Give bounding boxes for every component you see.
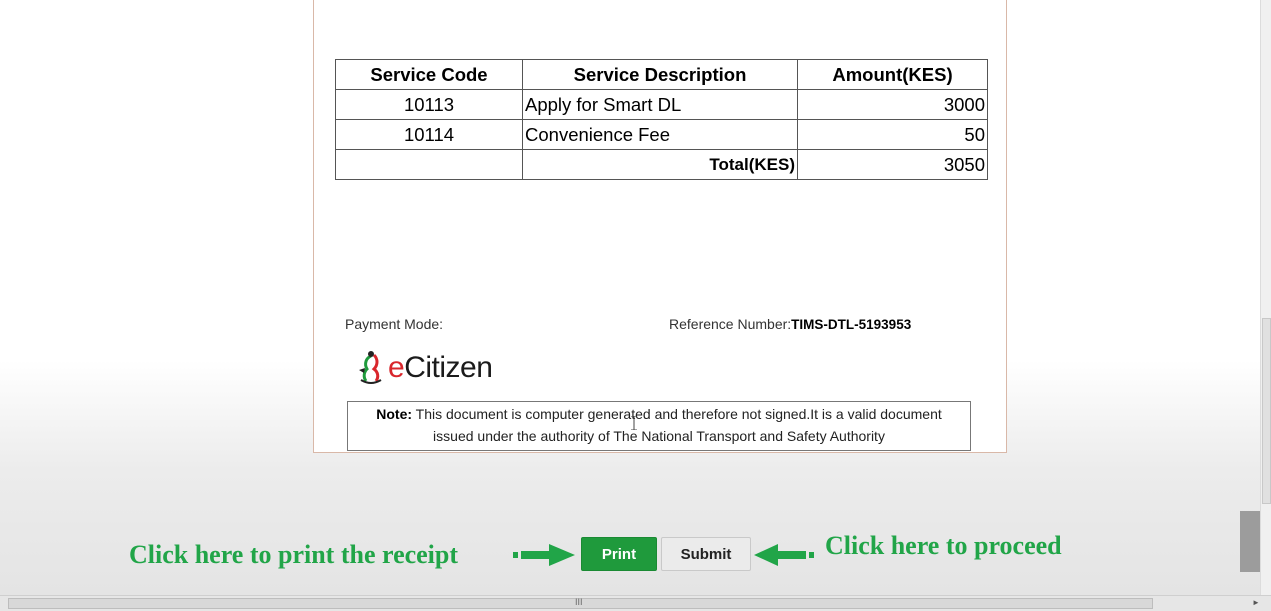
note-label: Note: [376,406,413,422]
submit-button[interactable]: Submit [661,537,751,571]
ecitizen-emblem-icon [359,351,382,384]
vertical-scrollbar[interactable] [1260,0,1271,595]
cell-service-code: 10113 [335,89,523,120]
arrow-left-icon [754,544,814,566]
table-total-row: Total(KES) 3050 [335,149,988,180]
reference-value: TIMS-DTL-5193953 [791,317,912,332]
header-service-description: Service Description [522,59,798,90]
table-row: 10114 Convenience Fee 50 [335,119,988,150]
note-line-2: issued under the authority of The Nation… [433,428,885,444]
payment-mode-label: Payment Mode: [345,316,444,332]
side-panel-tab[interactable] [1240,511,1260,572]
cell-service-description: Convenience Fee [522,119,798,150]
total-label: Total(KES) [522,149,798,180]
cell-service-description: Apply for Smart DL [522,89,798,120]
logo-wordmark: eCitizen [388,351,493,384]
header-amount: Amount(KES) [797,59,988,90]
fees-table: Service Code Service Description Amount(… [335,59,988,180]
cell-amount: 3000 [797,89,988,120]
receipt-panel: Service Code Service Description Amount(… [313,0,1007,453]
scroll-grip-icon: III [575,597,583,607]
proceed-hint-text: Click here to proceed [825,531,1062,560]
vertical-scroll-thumb[interactable] [1262,318,1271,504]
total-amount: 3050 [797,149,988,180]
table-row: 10113 Apply for Smart DL 3000 [335,89,988,120]
ecitizen-logo: eCitizen [356,350,493,386]
text-cursor-icon [631,415,637,431]
cell-amount: 50 [797,119,988,150]
note-line-1: Note: This document is computer generate… [376,406,942,422]
print-hint-text: Click here to print the receipt [129,540,459,569]
print-button[interactable]: Print [581,537,657,571]
reference-number: Reference Number:TIMS-DTL-5193953 [669,316,911,332]
arrow-right-icon [513,544,575,566]
scroll-right-arrow-icon[interactable]: ► [1252,598,1260,607]
header-service-code: Service Code [335,59,523,90]
reference-label: Reference Number: [669,316,792,332]
cell-service-code: 10114 [335,119,523,150]
note-box: Note: This document is computer generate… [347,401,971,451]
table-header-row: Service Code Service Description Amount(… [335,59,988,90]
cell-empty [335,149,523,180]
